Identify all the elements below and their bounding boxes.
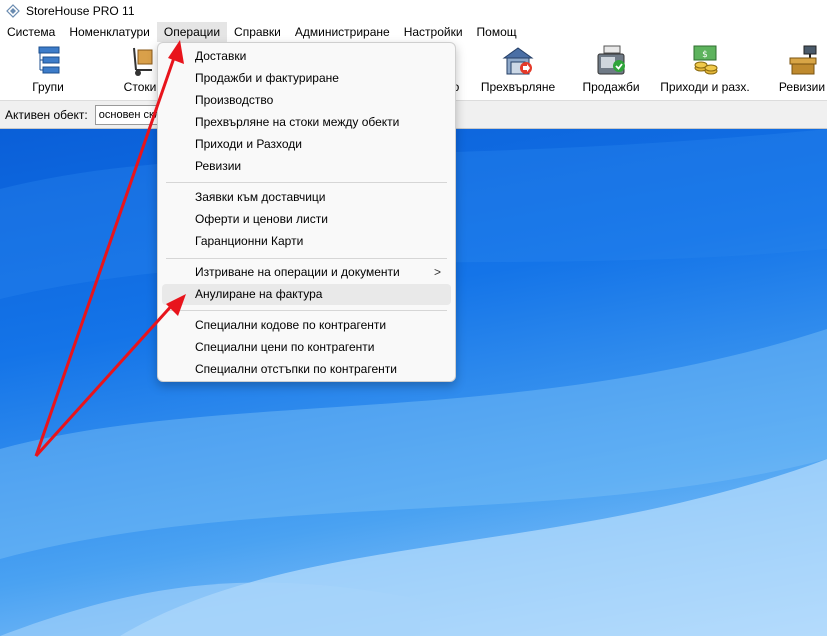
revisions-label: Ревизии [778,80,826,94]
dd-delete-operations-label: Изтриване на операции и документи [195,265,400,279]
sales-button[interactable]: Продажби [580,44,642,98]
window-title: StoreHouse PRO 11 [26,4,135,18]
dd-warranty-cards[interactable]: Гаранционни Карти [162,231,451,252]
operations-dropdown: Доставки Продажби и фактуриране Производ… [157,42,456,382]
stock-label: Стоки [123,80,157,94]
svg-text:$: $ [702,50,708,60]
groups-label: Групи [32,80,64,94]
menu-operations[interactable]: Операции [156,22,228,42]
dd-separator [166,182,447,183]
dd-cancel-invoice[interactable]: Анулиране на фактура [162,284,451,305]
dd-transfer-between-objects[interactable]: Прехвърляне на стоки между обекти [162,112,451,133]
menu-reports[interactable]: Справки [227,22,288,42]
dd-special-discounts[interactable]: Специални отстъпки по контрагенти [162,359,451,380]
cash-register-icon [597,45,625,75]
warehouse-transfer-icon [502,47,534,75]
dd-income-expenses[interactable]: Приходи и Разходи [162,134,451,155]
active-object-label: Активен обект: [5,107,88,122]
transfer-label: Прехвърляне [480,80,556,94]
sales-label: Продажби [582,80,640,94]
transfer-button[interactable]: Прехвърляне [478,44,558,98]
dd-separator [166,258,447,259]
dd-special-prices[interactable]: Специални цени по контрагенти [162,337,451,358]
dd-supplier-orders[interactable]: Заявки към доставчици [162,187,451,208]
tree-groups-icon [38,46,60,74]
dd-offers-price-lists[interactable]: Оферти и ценови листи [162,209,451,230]
menu-system[interactable]: Система [0,22,62,42]
dd-sales-invoicing[interactable]: Продажби и фактуриране [162,68,451,89]
income-expenses-label: Приходи и разх. [660,80,750,94]
menu-bar: Система Номенклатури Операции Справки Ад… [0,22,827,42]
income-expenses-button[interactable]: $ Приходи и разх. [660,44,750,98]
dd-delete-operations[interactable]: Изтриване на операции и документи > [162,262,451,283]
revisions-button[interactable]: Ревизии [774,44,827,98]
app-logo-icon [6,4,20,18]
menu-settings[interactable]: Настройки [397,22,470,42]
money-coins-icon: $ [693,45,718,75]
dd-special-codes[interactable]: Специални кодове по контрагенти [162,315,451,336]
chevron-right-icon: > [433,265,441,279]
dd-separator [166,310,447,311]
title-bar: StoreHouse PRO 11 [0,0,827,22]
dd-deliveries[interactable]: Доставки [162,46,451,67]
groups-button[interactable]: Групи [20,44,76,98]
hand-truck-icon [133,47,153,76]
menu-administration[interactable]: Администриране [288,22,397,42]
menu-nomenclatures[interactable]: Номенклатури [62,22,157,42]
dd-revisions[interactable]: Ревизии [162,156,451,177]
active-object-field[interactable]: основен склад [94,104,162,125]
menu-help[interactable]: Помощ [470,22,524,42]
scale-revision-icon [789,45,817,75]
dd-production[interactable]: Производство [162,90,451,111]
